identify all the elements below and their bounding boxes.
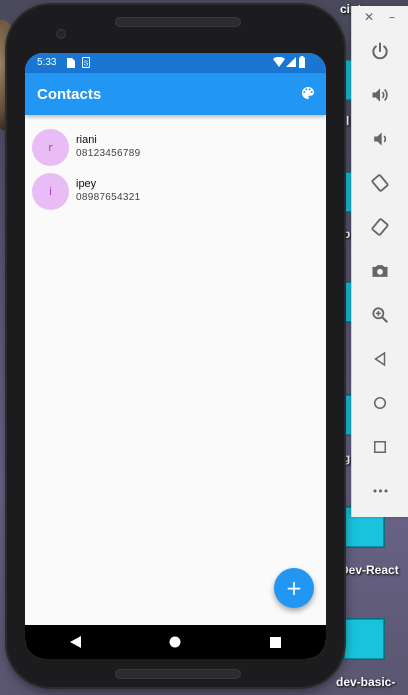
close-icon[interactable]: ✕ — [364, 10, 374, 24]
signal-icon — [286, 57, 296, 67]
front-camera — [56, 29, 66, 39]
desktop-icon-label: g — [343, 451, 351, 465]
desktop-icon-label: l — [346, 114, 350, 128]
volume-down-icon[interactable] — [369, 128, 391, 150]
status-bar: 5:33 S — [25, 53, 326, 73]
bottom-speaker — [115, 669, 241, 679]
rotate-left-icon[interactable] — [369, 172, 391, 194]
contact-phone: 08123456789 — [76, 148, 141, 159]
battery-icon — [299, 56, 305, 68]
volume-up-icon[interactable] — [369, 84, 391, 106]
minimize-icon[interactable]: – — [389, 10, 395, 24]
device-screen: 5:33 S Contacts r riani 08123456789 i ip… — [25, 53, 326, 659]
desktop-folder-icon[interactable] — [344, 619, 384, 659]
contact-phone: 08987654321 — [76, 192, 141, 203]
contact-name: riani — [76, 134, 97, 146]
notification-s-icon: S — [82, 57, 90, 68]
desktop-icon-label: dev-basic- — [336, 675, 396, 689]
emulator-toolbar: ✕ – ••• — [351, 6, 408, 517]
overview-icon[interactable] — [369, 436, 391, 458]
earpiece-speaker — [115, 17, 241, 27]
contact-name: ipey — [76, 178, 97, 190]
zoom-icon[interactable] — [369, 304, 391, 326]
camera-icon[interactable] — [369, 260, 391, 282]
rotate-right-icon[interactable] — [369, 216, 391, 238]
sim-card-icon — [67, 58, 75, 68]
more-icon[interactable]: ••• — [369, 480, 391, 502]
emulator-phone-frame: 5:33 S Contacts r riani 08123456789 i ip… — [7, 5, 344, 687]
contact-list: r riani 08123456789 i ipey 08987654321 — [25, 123, 326, 211]
palette-icon[interactable] — [300, 85, 318, 103]
recents-icon[interactable] — [266, 632, 286, 652]
home-icon[interactable] — [165, 632, 185, 652]
svg-text:S: S — [84, 61, 89, 68]
power-icon[interactable] — [369, 40, 391, 62]
app-title: Contacts — [37, 86, 102, 103]
add-contact-button[interactable]: + — [274, 568, 314, 608]
wifi-icon — [273, 57, 285, 67]
desktop-icon-label: b — [343, 227, 351, 241]
app-bar: Contacts — [25, 73, 326, 115]
list-item[interactable]: i ipey 08987654321 — [25, 167, 326, 211]
avatar: r — [32, 129, 69, 166]
back-icon[interactable] — [369, 348, 391, 370]
status-time: 5:33 — [37, 57, 57, 68]
list-item[interactable]: r riani 08123456789 — [25, 123, 326, 167]
home-icon[interactable] — [369, 392, 391, 414]
avatar: i — [32, 173, 69, 210]
navigation-bar — [25, 625, 326, 659]
back-icon[interactable] — [65, 632, 85, 652]
desktop-icon-label: Dev-React — [340, 563, 399, 577]
